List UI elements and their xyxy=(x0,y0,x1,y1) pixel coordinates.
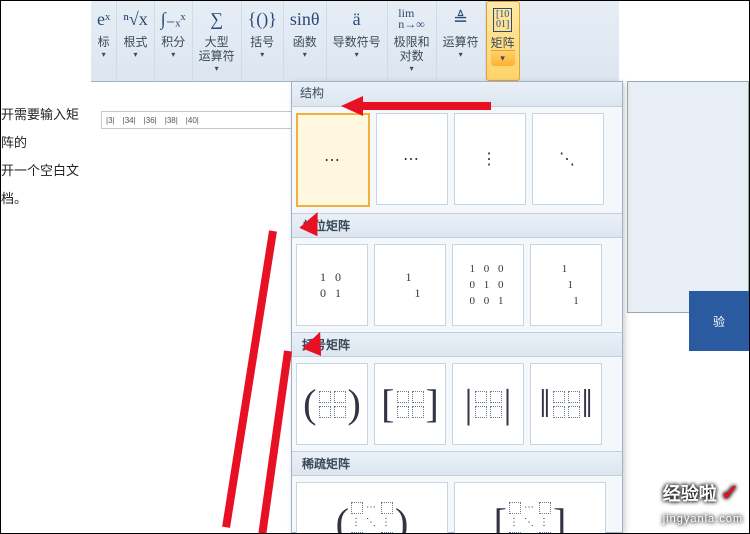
ruler-mark: |36| xyxy=(144,116,157,125)
ruler: |3| |34| |36| |38| |40| xyxy=(101,111,293,129)
chevron-down-icon: ▾ xyxy=(102,50,106,59)
bracket-matrix-grid: () [] || ‖‖ xyxy=(292,357,622,451)
ruler-mark: |34| xyxy=(123,116,136,125)
text-line: 开需要输入矩阵的 xyxy=(1,101,91,157)
watermark: 经验啦✓ jingyanla.com xyxy=(663,480,743,527)
matrix-option-square[interactable]: [] xyxy=(374,363,446,445)
left-column: 开需要输入矩阵的 开一个空白文档。 xyxy=(1,1,91,533)
chevron-down-icon: ▾ xyxy=(355,50,359,59)
text-line: 开一个空白文档。 xyxy=(1,157,91,213)
superscript-icon: eˣ xyxy=(97,3,110,35)
chevron-down-icon: ▾ xyxy=(459,50,463,59)
accent-icon: ä xyxy=(353,3,361,35)
matrix-option-vbar[interactable]: || xyxy=(452,363,524,445)
matrix-option-sparse-paren[interactable]: (⋯⋮⋱⋮⋯) xyxy=(296,482,448,534)
check-icon: ✓ xyxy=(721,480,739,505)
chevron-down-icon: ▾ xyxy=(171,50,175,59)
ribbon-superscript[interactable]: eˣ标▾ xyxy=(91,1,117,81)
doc-text: 开需要输入矩阵的 开一个空白文档。 xyxy=(1,101,91,213)
ribbon-operator[interactable]: ≜运算符▾ xyxy=(437,1,486,81)
ribbon-integral[interactable]: ∫₋ₓˣ积分▾ xyxy=(155,1,193,81)
sparse-matrix-grid: (⋯⋮⋱⋮⋯) [⋯⋮⋱⋮⋯] xyxy=(292,476,622,534)
ribbon-matrix[interactable]: [10 01]矩阵▾ xyxy=(486,1,520,81)
matrix-option-sparse-square[interactable]: [⋯⋮⋱⋮⋯] xyxy=(454,482,606,534)
matrix-option-3x3-diag[interactable]: 1 1 1 xyxy=(530,244,602,326)
matrix-option-hdots-selected[interactable]: ⋯ xyxy=(296,113,370,207)
chevron-down-icon: ▾ xyxy=(410,64,414,73)
ribbon-accent[interactable]: ä导数符号▾ xyxy=(327,1,388,81)
integral-icon: ∫₋ₓˣ xyxy=(161,3,186,35)
equation-ribbon: eˣ标▾ ⁿ√x根式▾ ∫₋ₓˣ积分▾ ∑大型 运算符▾ {()}括号▾ sin… xyxy=(91,1,619,82)
operator-icon: ≜ xyxy=(453,3,468,35)
matrix-icon: [10 01] xyxy=(493,4,512,36)
ribbon-radical[interactable]: ⁿ√x根式▾ xyxy=(117,1,155,81)
identity-matrix-grid: 1 0 0 1 1 1 1 0 0 0 1 0 0 0 1 1 1 1 xyxy=(292,238,622,332)
matrix-option-vdots[interactable]: ⋮ xyxy=(454,113,526,205)
sigma-icon: ∑ xyxy=(210,3,223,35)
ruler-mark: |38| xyxy=(165,116,178,125)
radical-icon: ⁿ√x xyxy=(123,3,148,35)
matrix-dropdown-panel: 结构 ⋯ ⋯ ⋮ ⋱ 单位矩阵 1 0 0 1 1 1 1 0 0 0 1 0 … xyxy=(291,81,623,533)
empty-matrix-grid: ⋯ ⋯ ⋮ ⋱ xyxy=(292,107,622,213)
chevron-down-icon: ▾ xyxy=(133,50,137,59)
matrix-option-3x3[interactable]: 1 0 0 0 1 0 0 0 1 xyxy=(452,244,524,326)
chevron-down-icon: ▾ xyxy=(303,50,307,59)
matrix-option-ddots[interactable]: ⋱ xyxy=(532,113,604,205)
chevron-down-icon: ▾ xyxy=(260,50,264,59)
section-identity: 单位矩阵 xyxy=(292,213,622,238)
matrix-option-dvbar[interactable]: ‖‖ xyxy=(530,363,602,445)
chevron-down-icon: ▾ xyxy=(491,50,515,66)
ribbon-large-operator[interactable]: ∑大型 运算符▾ xyxy=(193,1,242,81)
ruler-mark: |40| xyxy=(186,116,199,125)
ribbon-function[interactable]: sinθ函数▾ xyxy=(284,1,327,81)
background-panel xyxy=(627,81,749,313)
section-sparse: 稀疏矩阵 xyxy=(292,451,622,476)
chevron-down-icon: ▾ xyxy=(215,64,219,73)
watermark-text: 经验啦 xyxy=(663,484,717,504)
bracket-icon: {()} xyxy=(248,3,277,35)
matrix-option-2x2[interactable]: 1 0 0 1 xyxy=(296,244,368,326)
ribbon-bracket[interactable]: {()}括号▾ xyxy=(242,1,284,81)
matrix-option-2x2-diag[interactable]: 1 1 xyxy=(374,244,446,326)
matrix-option-hdots[interactable]: ⋯ xyxy=(376,113,448,205)
panel-header: 结构 xyxy=(292,82,622,107)
ruler-mark: |3| xyxy=(106,116,115,125)
limit-icon: lim n→∞ xyxy=(398,3,425,35)
watermark-url: jingyanla.com xyxy=(663,513,743,525)
background-badge: 验 xyxy=(689,291,749,351)
function-icon: sinθ xyxy=(290,3,320,35)
matrix-option-paren[interactable]: () xyxy=(296,363,368,445)
section-bracket: 括号矩阵 xyxy=(292,332,622,357)
ribbon-limit[interactable]: lim n→∞极限和 对数▾ xyxy=(388,1,437,81)
